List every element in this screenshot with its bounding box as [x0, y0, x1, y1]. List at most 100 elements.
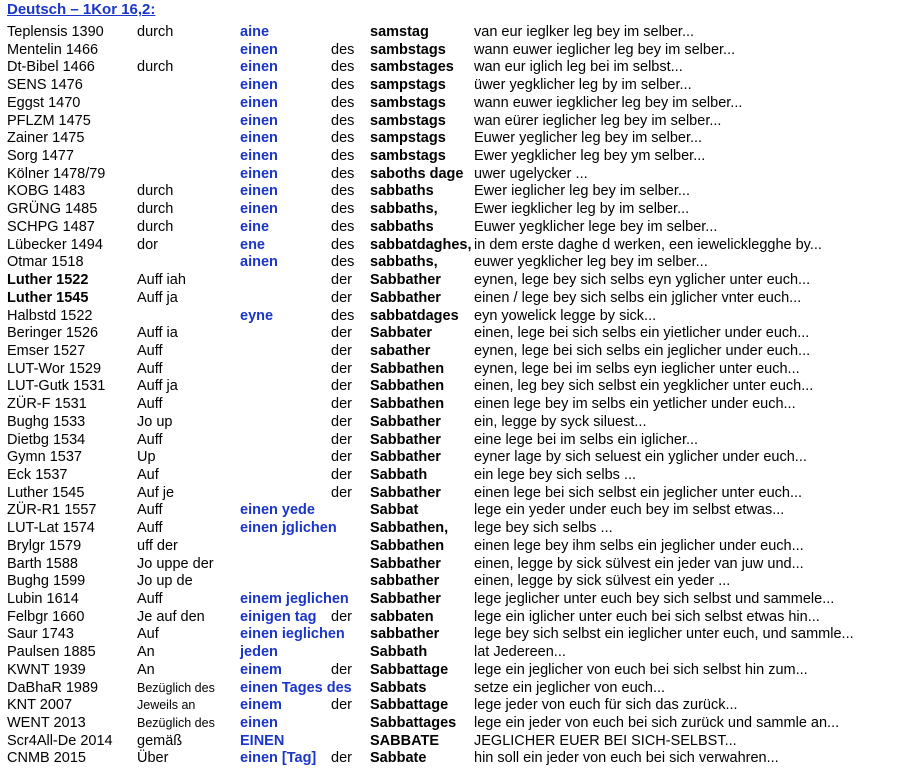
article-cell: eine [240, 218, 270, 235]
source-cell: Emser 1527 [7, 342, 86, 359]
article-cell: aine [240, 24, 270, 40]
source-cell: Lübecker 1494 [7, 236, 103, 253]
genitive-cell: der [331, 466, 352, 483]
table-row: GRÜNG 1485 durch einen des sabbaths, Ewer ieg… [0, 201, 900, 219]
noun-cell: sabbaths [370, 218, 434, 235]
rest-cell: hin soll ein jeder von euch bei sich ver… [474, 750, 779, 767]
rest-cell: lege ein jeder von euch bei sich zurück … [474, 715, 840, 732]
genitive-cell: der [331, 325, 352, 342]
preposition-cell: Auff [137, 342, 163, 359]
preposition-cell: Jeweils an [137, 698, 196, 713]
table-row: PFLZM 1475 einen des sambstags wan eürer ieg… [0, 113, 900, 131]
table-row: Barth 1588 Jo uppe der Sabbather einen, leg… [0, 556, 900, 574]
table-row: ZÜR-R1 1557 Auff einen yede Sabbat lege ein … [0, 502, 900, 520]
preposition-cell: Über [137, 750, 169, 767]
rest-cell: van eur ieglker leg bey im selber... [474, 24, 695, 40]
table-row: Bughg 1599 Jo up de sabbather einen, legge … [0, 573, 900, 591]
noun-cell: Sabbathen [370, 396, 445, 413]
article-cell: einen [240, 77, 278, 94]
rest-cell: Euwer yeglicher leg bey im selber... [474, 130, 703, 147]
source-cell: Mentelin 1466 [7, 41, 99, 58]
source-cell: Dt-Bibel 1466 [7, 59, 95, 76]
genitive-cell: des [331, 77, 355, 94]
noun-cell: Sabbather [370, 289, 441, 306]
rest-cell: uwer ugelycker ... [474, 165, 588, 182]
preposition-cell: Jo uppe der [137, 555, 214, 572]
article-cell: einem [240, 661, 282, 678]
noun-cell: sampstags [370, 77, 446, 94]
rest-cell: wan eur iglich leg bei im selbst... [474, 59, 683, 76]
preposition-cell: durch [137, 59, 174, 76]
rest-cell: Ewer yegklicher leg bey ym selber... [474, 148, 706, 165]
article-cell: ene [240, 236, 265, 253]
source-cell: KOBG 1483 [7, 183, 86, 200]
genitive-cell: des [331, 148, 355, 165]
source-cell: Paulsen 1885 [7, 644, 96, 661]
rest-cell: eyner lage by sich seluest ein yglicher … [474, 449, 807, 466]
rest-cell: ein lege bey sich selbs ... [474, 466, 637, 483]
rest-cell: setze ein jeglicher von euch... [474, 679, 666, 696]
noun-cell: Sabbather [370, 431, 441, 448]
rest-cell: einen / lege bey sich selbs ein jglicher… [474, 289, 802, 306]
noun-cell: sabbaten [370, 608, 434, 625]
source-cell: Bughg 1599 [7, 573, 86, 590]
noun-cell: samstag [370, 24, 429, 40]
genitive-cell: des [331, 165, 355, 182]
source-cell: Bughg 1533 [7, 413, 86, 430]
table-row: KOBG 1483 durch einen des sabbaths Ewer iegli… [0, 183, 900, 201]
noun-cell: Sabbattage [370, 661, 449, 678]
table-row: Luther 1545 Auff ja der Sabbather einen / le… [0, 290, 900, 308]
preposition-cell: Jo up [137, 413, 173, 430]
rest-cell: lege bey sich selbst ein ieglicher unter… [474, 626, 854, 643]
table-row: LUT-Wor 1529 Auff der Sabbathen eynen, lege … [0, 361, 900, 379]
table-row: CNMB 2015 Über einen [Tag] der Sabbate hin so… [0, 750, 900, 768]
source-cell: Lubin 1614 [7, 591, 79, 607]
article-cell: ainen [240, 254, 278, 271]
rest-cell: eynen, lege bey sich selbs eyn yglicher … [474, 272, 811, 289]
noun-cell: Sabbather [370, 449, 441, 466]
source-cell: GRÜNG 1485 [7, 201, 98, 218]
genitive-cell: des [331, 307, 355, 324]
table-row: Kölner 1478/79 einen des saboths dage uwer u… [0, 166, 900, 184]
genitive-cell: des [331, 59, 355, 76]
table-row: WENT 2013 Bezüglich des einen Sabbattages le… [0, 715, 900, 733]
article-cell: einem [240, 697, 282, 714]
article-cell: einen [240, 94, 278, 111]
article-cell: einen ieglichen [240, 626, 345, 643]
table-row: Eck 1537 Auf der Sabbath ein lege bey sich s… [0, 467, 900, 485]
source-cell: Brylgr 1579 [7, 537, 82, 554]
genitive-cell: des [331, 254, 355, 271]
table-row: Luther 1522 Auff iah der Sabbather eynen, le… [0, 272, 900, 290]
noun-cell: Sabbathen [370, 360, 445, 377]
rest-cell: wann euwer ieglicher leg bey im selber..… [474, 41, 736, 58]
genitive-cell: der [331, 661, 352, 678]
noun-cell: Sabbater [370, 325, 433, 342]
table-row: DaBhaR 1989 Bezüglich des einen Tages des S… [0, 680, 900, 698]
table-row: Luther 1545 Auf je der Sabbather einen lege … [0, 485, 900, 503]
source-cell: Luther 1545 [7, 484, 85, 501]
rest-cell: einen, lege bei sich selbs ein yietliche… [474, 325, 810, 342]
rest-cell: lege ein yeder under euch bey im selbst … [474, 502, 785, 519]
table-row: Dietbg 1534 Auff der Sabbather eine lege bei… [0, 432, 900, 450]
rest-cell: lege jeglicher unter euch bey sich selbs… [474, 591, 835, 607]
noun-cell: Sabbath [370, 466, 428, 483]
table-row: Paulsen 1885 An jeden Sabbath lat Jedereen..… [0, 644, 900, 662]
source-cell: SCHPG 1487 [7, 218, 95, 235]
genitive-cell: der [331, 449, 352, 466]
noun-cell: sambstags [370, 41, 446, 58]
noun-cell: sabbaths, [370, 254, 438, 271]
table-row: KWNT 1939 An einem der Sabbattage lege ein je… [0, 662, 900, 680]
table-row: Felbgr 1660 Je auf den einigen tag der sabba… [0, 609, 900, 627]
article-cell: einen [240, 165, 278, 182]
preposition-cell: Bezüglich des [137, 680, 215, 695]
noun-cell: sambstags [370, 112, 446, 129]
preposition-cell: Auff [137, 520, 163, 537]
genitive-cell: des [331, 130, 355, 147]
source-cell: PFLZM 1475 [7, 112, 91, 129]
source-cell: Eck 1537 [7, 466, 68, 483]
preposition-cell: Bezüglich des [137, 716, 215, 731]
article-cell: einen [240, 201, 278, 218]
preposition-cell: durch [137, 183, 174, 200]
noun-cell: Sabbat [370, 502, 419, 519]
article-cell: eyne [240, 307, 274, 324]
